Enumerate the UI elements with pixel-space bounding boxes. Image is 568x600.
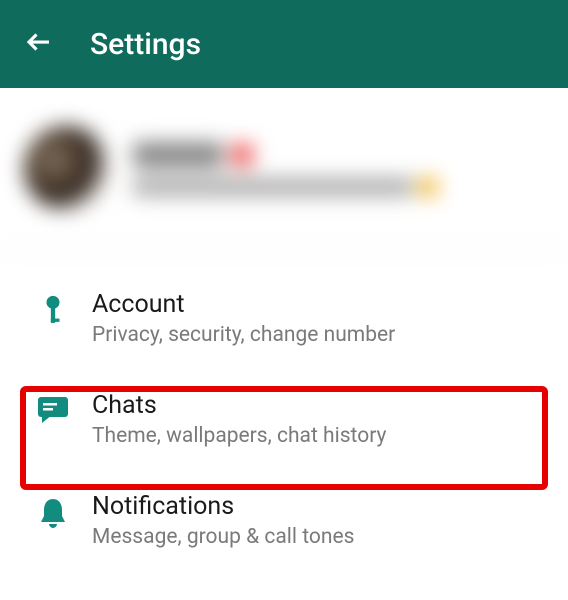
page-title: Settings bbox=[90, 27, 201, 62]
item-title: Account bbox=[92, 290, 544, 319]
profile-status bbox=[133, 178, 413, 196]
key-icon bbox=[24, 290, 82, 328]
emoji-icon bbox=[419, 178, 437, 196]
settings-item-notifications[interactable]: Notifications Message, group & call tone… bbox=[0, 472, 568, 573]
back-arrow-icon bbox=[24, 27, 54, 57]
item-title: Notifications bbox=[92, 492, 544, 521]
profile-info bbox=[133, 142, 544, 196]
item-subtitle: Message, group & call tones bbox=[92, 525, 544, 549]
bell-icon bbox=[24, 492, 82, 530]
chat-icon bbox=[24, 391, 82, 425]
item-subtitle: Privacy, security, change number bbox=[92, 323, 544, 347]
profile-section[interactable] bbox=[0, 88, 568, 250]
app-header: Settings bbox=[0, 0, 568, 88]
item-title: Chats bbox=[92, 391, 544, 420]
back-button[interactable] bbox=[24, 27, 54, 61]
profile-avatar bbox=[24, 126, 109, 211]
profile-name bbox=[133, 142, 223, 168]
settings-item-chats[interactable]: Chats Theme, wallpapers, chat history bbox=[0, 371, 568, 472]
settings-list: Account Privacy, security, change number… bbox=[0, 250, 568, 573]
heart-icon bbox=[231, 144, 253, 166]
settings-item-account[interactable]: Account Privacy, security, change number bbox=[0, 270, 568, 371]
item-subtitle: Theme, wallpapers, chat history bbox=[92, 424, 544, 448]
